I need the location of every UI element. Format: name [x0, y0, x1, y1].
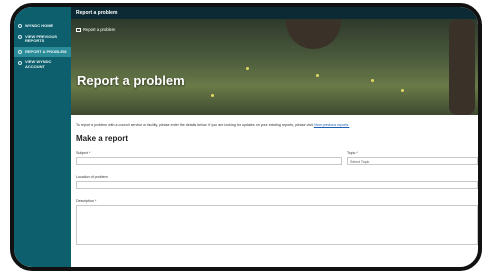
location-label: Location of problem — [76, 175, 108, 179]
section-title: Make a report — [76, 134, 129, 143]
page-title: Report a problem — [71, 7, 478, 19]
user-icon — [18, 60, 22, 65]
topic-group: Topic * Select Topic — [347, 151, 478, 165]
flower-image — [211, 94, 214, 97]
subject-label: Subject * — [76, 151, 91, 155]
sidebar-item-account[interactable]: VIEW WYNDC ACCOUNT — [14, 57, 71, 72]
sidebar: WYNDC HOME VIEW PREVIOUS REPORTS REPORT … — [14, 7, 71, 267]
subject-input[interactable] — [76, 157, 342, 165]
list-icon — [18, 34, 22, 39]
form-area: To report a problem with a council servi… — [71, 115, 478, 245]
flower-image — [246, 67, 249, 70]
home-icon[interactable] — [76, 27, 81, 32]
main-area: Report a problem Report a problem Report… — [71, 7, 478, 267]
sidebar-item-label: REPORT A PROBLEM — [25, 48, 67, 54]
hero-banner: Report a problem Report a problem — [71, 19, 478, 115]
flower-image — [371, 79, 374, 82]
tree-trunk-image — [286, 19, 341, 49]
previous-reports-link[interactable]: View previous reports. — [314, 123, 350, 127]
description-label: Description * — [76, 199, 97, 203]
sidebar-item-label: VIEW PREVIOUS REPORTS — [25, 33, 58, 44]
subject-topic-row: Subject * Topic * Select Topic — [76, 151, 478, 165]
intro-text: To report a problem with a council servi… — [76, 123, 478, 127]
home-icon — [18, 24, 22, 29]
location-group: Location of problem — [76, 175, 478, 189]
app-window: WYNDC HOME VIEW PREVIOUS REPORTS REPORT … — [10, 3, 482, 271]
location-input[interactable] — [76, 181, 478, 189]
intro-paragraph: To report a problem with a council servi… — [76, 123, 313, 127]
sidebar-item-label: VIEW WYNDC ACCOUNT — [25, 59, 52, 69]
description-group: Description * — [76, 199, 478, 245]
hero-title: Report a problem — [77, 73, 185, 88]
sidebar-item-label: WYNDC HOME — [25, 23, 54, 28]
sidebar-item-previous-reports[interactable]: VIEW PREVIOUS REPORTS — [14, 32, 71, 47]
subject-group: Subject * — [76, 151, 342, 165]
breadcrumb: Report a problem — [76, 27, 115, 32]
topic-label: Topic * — [347, 151, 358, 155]
sidebar-item-home[interactable]: WYNDC HOME — [14, 21, 71, 32]
flag-icon — [18, 49, 22, 54]
breadcrumb-current: Report a problem — [83, 27, 116, 32]
flower-image — [401, 89, 404, 92]
topic-select[interactable]: Select Topic — [347, 157, 478, 165]
tree-trunk-image — [449, 19, 475, 115]
flower-image — [316, 74, 319, 77]
description-textarea[interactable] — [76, 205, 478, 245]
logo — [14, 7, 71, 21]
sidebar-item-report-problem[interactable]: REPORT A PROBLEM — [14, 46, 71, 58]
